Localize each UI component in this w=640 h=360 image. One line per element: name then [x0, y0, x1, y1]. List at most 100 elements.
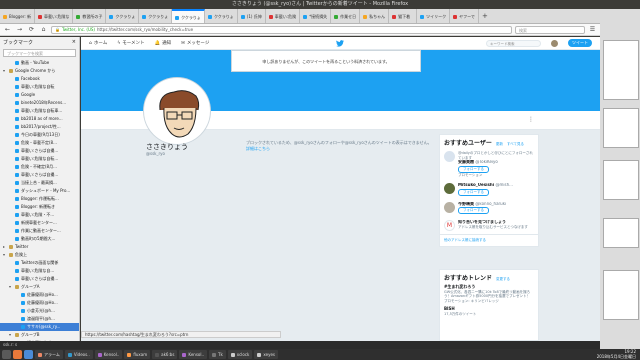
bookmark-item[interactable]: Google — [0, 91, 79, 99]
bookmark-item[interactable]: 車載い:危険な自転... — [0, 155, 79, 163]
tab[interactable]: 教習所の子 — [73, 9, 107, 23]
background-window[interactable] — [603, 108, 639, 148]
launcher-icon[interactable] — [2, 350, 11, 359]
bookmark-folder[interactable]: ▾ グループA — [0, 283, 79, 291]
tweet-button[interactable]: ツイート — [568, 39, 592, 47]
nav-home[interactable]: ⌂ ホーム — [89, 40, 107, 47]
nav-messages[interactable]: ✉ メッセージ — [181, 40, 209, 47]
taskbar-item[interactable]: xclock — [227, 350, 253, 359]
profile-avatar[interactable] — [144, 78, 210, 144]
bookmark-item[interactable]: 車載い:危険な自転車... — [0, 107, 79, 115]
bookmark-folder[interactable]: ▸ Twitter — [0, 243, 79, 251]
firefox-icon[interactable] — [13, 350, 22, 359]
chevron-icon[interactable]: ▾ — [3, 251, 7, 259]
tab[interactable]: Blogger: 新 — [0, 9, 36, 23]
nav-moments[interactable]: ϟ モーメント — [117, 40, 144, 47]
bookmark-item[interactable]: 動画町の5期間大... — [0, 235, 79, 243]
chevron-icon[interactable]: ▾ — [9, 283, 13, 291]
refresh-link[interactable]: 更新 — [496, 142, 503, 147]
close-icon[interactable]: × — [72, 39, 76, 45]
taskbar-item[interactable]: ak6:bs — [152, 350, 178, 359]
user-name[interactable]: 今野晴美 — [458, 202, 474, 206]
bookmark-item[interactable]: Blogger: 作運転転... — [0, 195, 79, 203]
twitter-bird-icon[interactable] — [336, 40, 344, 49]
bookmark-item[interactable]: 車載い:さらば自撮... — [0, 171, 79, 179]
tab[interactable]: ククラりょ — [172, 9, 205, 23]
user-name[interactable]: 安藤美樹 — [458, 160, 474, 164]
suggested-user[interactable]: Mitsuko_Uesishi @mish... フォローする — [440, 180, 538, 199]
forward-button[interactable]: → — [15, 25, 24, 34]
more-icon[interactable]: ⋮ — [528, 116, 534, 123]
search-input[interactable]: 検索 — [515, 25, 585, 34]
bookmark-item[interactable]: 当接上合・最高損... — [0, 179, 79, 187]
terminal-line[interactable]: ssk.r: s — [0, 341, 600, 349]
bookmark-item[interactable]: 動画 - YouTube — [0, 59, 79, 67]
bookmark-item[interactable]: bb2018 as of more... — [0, 115, 79, 123]
files-icon[interactable] — [24, 350, 33, 359]
back-button[interactable]: ← — [3, 25, 12, 34]
tab[interactable]: 作業せ日 — [331, 9, 361, 23]
trend-item[interactable]: #生まれ変わろう GW公式化、各週ニー購に10k To8で最終リ動画を撮ろう！Am… — [440, 283, 538, 305]
bookmark-item[interactable]: 車載い:危険な自転 — [0, 83, 79, 91]
taskbar-item[interactable]: xeyes — [254, 350, 278, 359]
bookmark-item[interactable]: 作業に動画センター... — [0, 227, 79, 235]
bookmark-item[interactable]: bb2017/project/性... — [0, 123, 79, 131]
chevron-icon[interactable]: ▾ — [9, 331, 13, 339]
user-name[interactable]: Mitsuko_Uesishi — [458, 183, 494, 187]
avatar[interactable] — [444, 151, 455, 162]
tab[interactable]: *接続損失 — [300, 9, 332, 23]
background-window[interactable] — [603, 160, 639, 200]
taskbar-item[interactable]: アラーム — [35, 350, 63, 359]
bookmark-item[interactable]: 今日の車載(9月13日) — [0, 131, 79, 139]
bookmark-folder[interactable]: ▾ グループB — [0, 331, 79, 339]
bookmark-item[interactable]: 新規車載センター... — [0, 219, 79, 227]
bookmark-item[interactable]: binete2018年Recens... — [0, 99, 79, 107]
bookmark-item[interactable]: 車載い:さらば自撮... — [0, 275, 79, 283]
chevron-icon[interactable]: ▾ — [3, 67, 7, 75]
learn-more-link[interactable]: 詳細はこちら — [246, 146, 270, 151]
twitter-search-input[interactable]: キーワード検索 — [486, 39, 541, 47]
tab[interactable]: 猫下着 — [389, 9, 418, 23]
trend-item[interactable]: BISH 17,5万件のツイート — [440, 305, 538, 318]
bookmark-item[interactable]: 車載い:危険・不... — [0, 211, 79, 219]
tab[interactable]: ヤフーで — [450, 9, 479, 23]
tab[interactable]: 私ちゃん — [360, 9, 390, 23]
clock[interactable]: 19:22 2018年5月4日金曜日 — [597, 349, 638, 359]
background-window[interactable] — [603, 218, 639, 248]
background-window[interactable] — [603, 40, 639, 100]
bookmark-folder[interactable]: ▾ 危険上 — [0, 251, 79, 259]
tab[interactable]: 車載い:危険な — [35, 9, 74, 23]
bookmark-item[interactable]: Blogger: 新運転き — [0, 203, 79, 211]
tab[interactable]: ツイリーク — [417, 9, 451, 23]
suggested-user[interactable]: 今野晴美 @konno_haruki フォローする — [440, 199, 538, 218]
bookmark-item[interactable]: 佐藤優雨(@Ho... — [0, 291, 79, 299]
follow-button[interactable]: フォローする — [458, 207, 489, 214]
sidebar-title[interactable]: ブックマーク — [3, 39, 33, 46]
menu-icon[interactable]: ☰ — [588, 25, 597, 34]
taskbar-item[interactable]: Kensol.. — [179, 350, 208, 359]
bookmark-item[interactable]: 佐藤優雨(@Ho... — [0, 299, 79, 307]
background-window[interactable] — [603, 270, 639, 320]
follow-button[interactable]: フォローする — [458, 165, 489, 173]
suggested-user[interactable]: @dailyのプロとかしと@ひにとにフォローされています 安藤美樹 @TokiKe… — [440, 148, 538, 180]
bookmark-item[interactable]: 車載い:危険な自... — [0, 267, 79, 275]
bookmark-search-input[interactable]: ブックマークを検索 — [3, 49, 76, 57]
bookmark-item[interactable]: ササキ(@ssk_ry... — [0, 323, 79, 331]
taskbar-item[interactable]: Kensol.. — [94, 350, 123, 359]
tab[interactable]: ククラりょ — [106, 9, 140, 23]
chevron-icon[interactable]: ▸ — [3, 243, 7, 251]
taskbar-item[interactable]: Tk — [209, 350, 226, 359]
bookmark-item[interactable]: 小倉芳光(@h... — [0, 307, 79, 315]
bookmark-item[interactable]: ダッシュボード - My Pro... — [0, 187, 79, 195]
tab[interactable]: ククラりょ — [205, 9, 238, 23]
avatar[interactable] — [444, 183, 455, 194]
change-trends-link[interactable]: 変更する — [496, 277, 510, 282]
reload-button[interactable]: ⟳ — [27, 25, 36, 34]
new-tab-button[interactable]: + — [479, 9, 491, 23]
bookmark-item[interactable]: Twitterの画面な関係 — [0, 259, 79, 267]
bookmark-item[interactable]: Facebook — [0, 75, 79, 83]
bookmark-item[interactable]: 車載い:さらば自撮... — [0, 147, 79, 155]
tab[interactable]: (1) 氏伸 — [238, 9, 266, 23]
connect-address-book-link[interactable]: 他のアドレス帳に接続する — [440, 234, 538, 246]
avatar[interactable] — [444, 201, 455, 213]
